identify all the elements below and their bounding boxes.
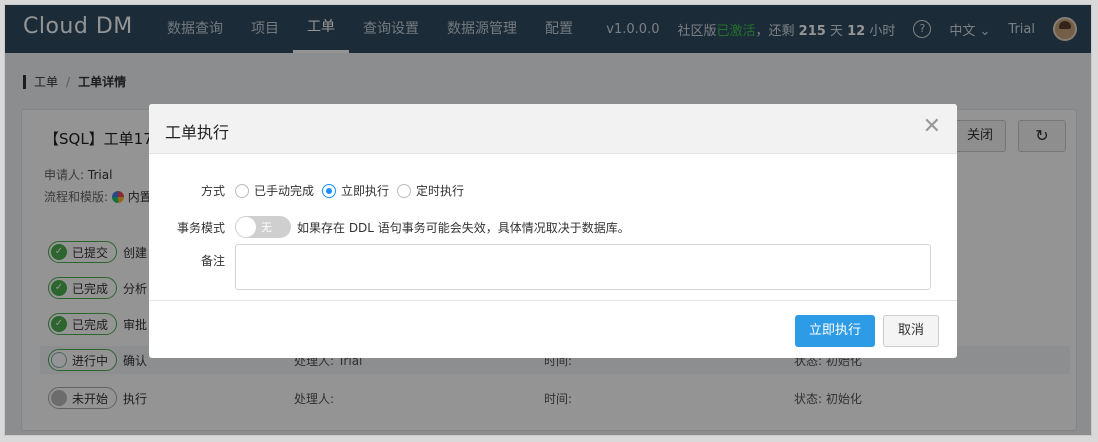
dialog-footer: 立即执行 取消 <box>149 300 957 358</box>
cancel-button[interactable]: 取消 <box>883 315 939 347</box>
method-row: 方式 已手动完成 立即执行 定时执行 <box>149 182 472 199</box>
toggle-knob <box>236 217 256 237</box>
transaction-toggle[interactable]: 无 <box>235 216 291 238</box>
note-row: 备注 <box>149 244 931 290</box>
note-textarea[interactable] <box>235 244 931 290</box>
dialog-title: 工单执行 <box>165 123 230 142</box>
transaction-row: 事务模式 无 如果存在 DDL 语句事务可能会失效，具体情况取决于数据库。 <box>149 216 630 238</box>
toggle-text: 无 <box>261 221 272 234</box>
close-icon[interactable]: ✕ <box>923 116 941 138</box>
radio-circle[interactable] <box>397 183 412 198</box>
radio-circle[interactable] <box>322 183 337 198</box>
method-label: 方式 <box>200 184 225 198</box>
execute-ticket-dialog: 工单执行 ✕ 方式 已手动完成 立即执行 定时执行 事务模式 无 如果存在 DD… <box>149 104 957 358</box>
radio-label: 定时执行 <box>416 184 465 198</box>
app-window: Cloud DM 数据查询 项目 工单 查询设置 数据源管理 配置 v1.0.0… <box>4 4 1092 436</box>
radio-scheduled[interactable]: 定时执行 <box>397 182 464 199</box>
radio-manual-done[interactable]: 已手动完成 <box>235 182 314 199</box>
radio-execute-now[interactable]: 立即执行 <box>322 182 389 199</box>
transaction-label: 事务模式 <box>176 220 225 235</box>
dialog-header: 工单执行 ✕ <box>149 104 957 154</box>
radio-label: 立即执行 <box>341 184 390 198</box>
note-label: 备注 <box>200 254 225 268</box>
radio-circle[interactable] <box>235 183 249 198</box>
transaction-hint: 如果存在 DDL 语句事务可能会失效，具体情况取决于数据库。 <box>297 220 630 235</box>
execute-now-button[interactable]: 立即执行 <box>795 315 875 347</box>
radio-label: 已手动完成 <box>254 184 315 198</box>
